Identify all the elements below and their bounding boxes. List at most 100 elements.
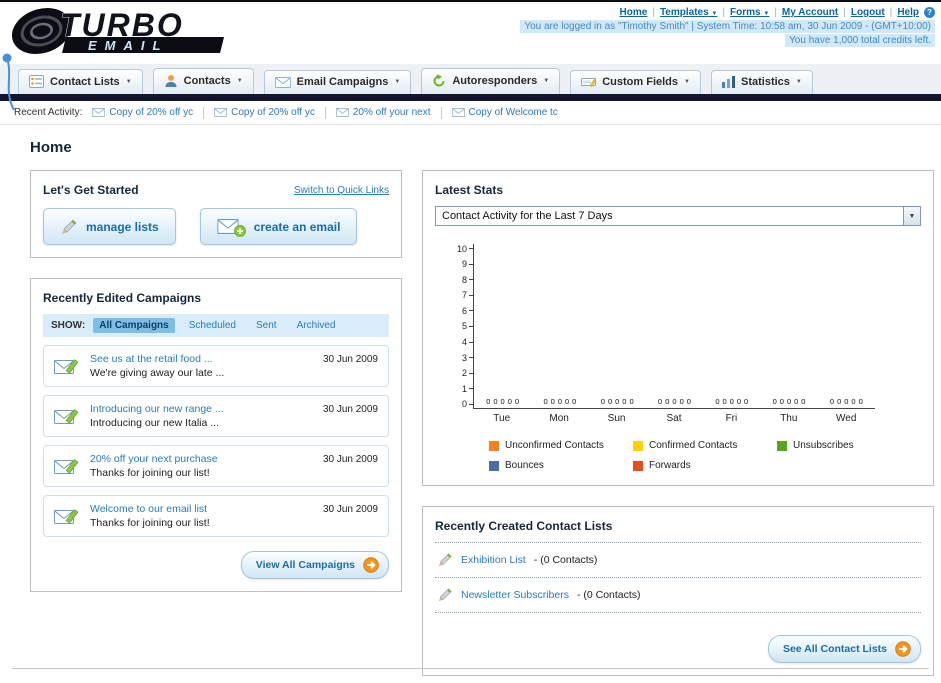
campaign-title-link[interactable]: See us at the retail food ... bbox=[90, 353, 313, 365]
recent-activity-bar: Recent Activity: Copy of 20% off yc Copy… bbox=[0, 101, 941, 125]
campaign-date: 30 Jun 2009 bbox=[322, 504, 378, 515]
legend-swatch bbox=[489, 460, 499, 471]
y-axis-tick: 5 bbox=[462, 321, 473, 331]
recent-activity-item[interactable]: Copy of 20% off yc bbox=[214, 107, 315, 118]
app-logo[interactable]: TURBO EMAIL bbox=[4, 5, 266, 64]
contact-list-link[interactable]: Exhibition List bbox=[461, 554, 526, 566]
data-value-label: 0 bbox=[493, 397, 498, 406]
nav-tab-contacts[interactable]: Contacts ▼ bbox=[152, 68, 254, 94]
autoresponders-icon bbox=[433, 74, 445, 87]
chart-x-axis: Tue Mon Sun Sat Fri Thu Wed bbox=[473, 413, 875, 424]
data-value-label: 0 bbox=[679, 397, 684, 406]
data-value-label: 0 bbox=[837, 397, 842, 406]
chevron-down-icon: ▼ bbox=[684, 79, 690, 85]
x-axis-label: Wed bbox=[836, 413, 857, 424]
contact-list-count: - (0 Contacts) bbox=[533, 554, 598, 566]
x-axis-label: Mon bbox=[549, 413, 569, 424]
top-link-templates[interactable]: Templates ▼ bbox=[660, 7, 717, 18]
help-icon[interactable]: ? bbox=[924, 7, 935, 18]
main-content: Home Let's Get Started Switch to Quick L… bbox=[0, 125, 941, 676]
email-edit-icon bbox=[54, 457, 80, 475]
chart-bar-group: 00000 bbox=[818, 397, 875, 408]
y-axis-tick: 8 bbox=[462, 275, 473, 285]
chart-bar-group: 00000 bbox=[703, 397, 760, 408]
recent-activity-item[interactable]: 20% off your next bbox=[336, 107, 431, 118]
campaign-title-link[interactable]: Introducing our new range ... bbox=[90, 403, 313, 415]
chevron-down-icon: ▼ bbox=[763, 11, 770, 17]
envelope-icon bbox=[92, 108, 105, 117]
separator: | bbox=[889, 7, 893, 18]
recent-activity-item[interactable]: Copy of Welcome tc bbox=[452, 107, 558, 118]
email-campaigns-icon bbox=[275, 77, 291, 88]
top-link-home[interactable]: Home bbox=[620, 7, 648, 18]
logo-antenna-decoration bbox=[2, 53, 15, 111]
filter-tab-all-campaigns[interactable]: All Campaigns bbox=[93, 318, 175, 333]
y-axis-tick: 9 bbox=[462, 259, 473, 269]
legend-label: Bounces bbox=[505, 460, 544, 471]
y-axis-tick: 4 bbox=[462, 337, 473, 347]
campaign-subtitle: Introducing our new Italia ... bbox=[90, 417, 219, 429]
chevron-down-icon: ▼ bbox=[125, 78, 132, 85]
filter-tab-scheduled[interactable]: Scheduled bbox=[183, 318, 242, 333]
campaign-title-link[interactable]: Welcome to our email list bbox=[90, 503, 313, 515]
nav-tab-statistics[interactable]: Statistics ▼ bbox=[710, 70, 813, 94]
filter-tab-archived[interactable]: Archived bbox=[291, 318, 342, 333]
recently-created-contact-lists-panel: Recently Created Contact Lists Exhibitio… bbox=[422, 506, 934, 676]
data-value-label: 0 bbox=[736, 397, 742, 406]
nav-tab-autoresponders[interactable]: Autoresponders ▼ bbox=[421, 68, 561, 94]
see-all-contact-lists-button[interactable]: See All Contact Lists bbox=[767, 635, 921, 663]
separator bbox=[203, 106, 205, 119]
top-link-help[interactable]: Help bbox=[897, 7, 919, 18]
switch-quick-links-link[interactable]: Switch to Quick Links bbox=[294, 185, 389, 196]
contact-list-item: Newsletter Subscribers - (0 Contacts) bbox=[435, 578, 921, 613]
stats-period-select[interactable]: Contact Activity for the Last 7 Days ▼ bbox=[435, 206, 921, 226]
manage-lists-button[interactable]: manage lists bbox=[43, 208, 176, 245]
nav-tab-custom-fields[interactable]: Custom Fields ▼ bbox=[570, 70, 701, 94]
separator: | bbox=[774, 7, 777, 18]
legend-label: Unsubscribes bbox=[793, 440, 854, 451]
data-value-label: 0 bbox=[672, 397, 677, 406]
recent-activity-item[interactable]: Copy of 20% off yc bbox=[92, 107, 193, 118]
nav-tab-contact-lists[interactable]: Contact Lists ▼ bbox=[18, 69, 143, 94]
data-value-label: 0 bbox=[715, 397, 720, 406]
view-all-campaigns-button[interactable]: View All Campaigns bbox=[240, 551, 389, 579]
top-link-logout[interactable]: Logout bbox=[851, 7, 885, 18]
chevron-down-icon: ▼ bbox=[236, 78, 243, 84]
x-axis-label: Fri bbox=[725, 413, 738, 424]
statistics-icon bbox=[721, 76, 735, 88]
data-value-label: 0 bbox=[851, 397, 856, 406]
campaign-title-link[interactable]: 20% off your next purchase bbox=[90, 453, 313, 465]
campaign-row: Welcome to our email list Thanks for joi… bbox=[43, 495, 389, 537]
nav-tab-email-campaigns[interactable]: Email Campaigns ▼ bbox=[263, 70, 412, 94]
y-axis-tick: 7 bbox=[462, 290, 473, 300]
separator: | bbox=[843, 7, 846, 18]
app-window: TURBO EMAIL Home | Templates ▼ | Forms ▼ | … bbox=[0, 0, 941, 683]
top-link-my-account[interactable]: My Account bbox=[782, 7, 838, 18]
legend-swatch bbox=[633, 440, 643, 451]
recent-activity-label: Recent Activity: bbox=[14, 107, 83, 118]
data-value-label: 0 bbox=[858, 397, 863, 406]
chart-plot-area: 00000000000000000000000000000000000 bbox=[473, 244, 875, 409]
contact-lists-icon bbox=[29, 75, 44, 88]
data-value-label: 0 bbox=[615, 397, 620, 406]
create-email-button[interactable]: create an email bbox=[199, 208, 358, 245]
data-value-label: 0 bbox=[772, 397, 777, 406]
data-value-label: 0 bbox=[794, 397, 799, 406]
logo-subtitle-text: EMAIL bbox=[88, 38, 168, 53]
contact-list-link[interactable]: Newsletter Subscribers bbox=[461, 589, 569, 601]
legend-item: Forwards bbox=[633, 460, 777, 471]
chevron-down-icon: ▼ bbox=[543, 78, 550, 84]
chevron-down-icon: ▼ bbox=[903, 207, 920, 225]
y-axis-tick: 6 bbox=[462, 306, 473, 316]
campaign-row: 20% off your next purchase Thanks for jo… bbox=[43, 445, 389, 487]
data-value-label: 0 bbox=[543, 397, 548, 406]
y-axis-tick: 2 bbox=[462, 368, 473, 378]
x-axis-label: Tue bbox=[493, 413, 511, 424]
chevron-down-icon: ▼ bbox=[394, 79, 401, 85]
email-edit-icon bbox=[54, 507, 80, 525]
data-value-label: 0 bbox=[550, 397, 555, 406]
data-value-label: 0 bbox=[565, 397, 570, 406]
top-link-forms[interactable]: Forms ▼ bbox=[730, 7, 769, 18]
header-right: Home | Templates ▼ | Forms ▼ | My Account | … bbox=[520, 7, 935, 47]
filter-tab-sent[interactable]: Sent bbox=[250, 318, 283, 333]
